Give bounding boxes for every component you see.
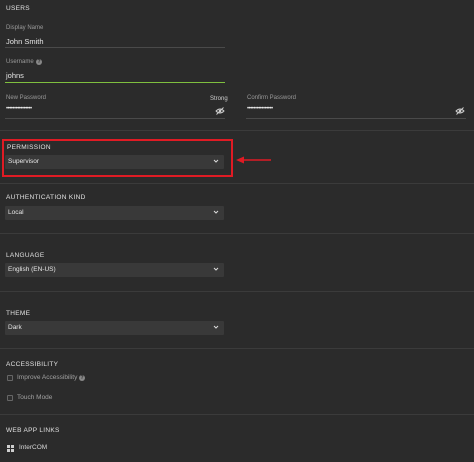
username-underline: [5, 82, 225, 83]
username-label: Username: [6, 59, 34, 65]
touch-mode-checkbox[interactable]: [7, 395, 13, 401]
arrow-left-icon: [236, 156, 271, 164]
users-section-title: USERS: [6, 5, 30, 12]
confirm-password-label: Confirm Password: [247, 95, 297, 101]
new-password-label: New Password: [6, 95, 47, 101]
section-divider: [0, 291, 474, 292]
intercom-link[interactable]: InterCOM: [19, 444, 47, 451]
section-divider: [0, 130, 474, 131]
improve-accessibility-label[interactable]: Improve Accessibility: [17, 374, 77, 381]
theme-select-value: Dark: [8, 324, 22, 331]
chevron-down-icon: [213, 325, 219, 329]
username-help-icon[interactable]: ?: [36, 59, 42, 65]
web-app-links-section-title: WEB APP LINKS: [6, 427, 60, 434]
confirm-password-underline: [246, 118, 466, 119]
display-name-input[interactable]: John Smith: [6, 37, 44, 46]
improve-accessibility-help-icon[interactable]: ?: [79, 375, 85, 381]
auth-kind-section-title: AUTHENTICATION KIND: [6, 194, 86, 201]
section-divider: [0, 348, 474, 349]
chevron-down-icon: [213, 210, 219, 214]
accessibility-section-title: ACCESSIBILITY: [6, 361, 59, 368]
grid-icon: [7, 445, 14, 452]
display-name-underline: [5, 47, 225, 48]
touch-mode-label[interactable]: Touch Mode: [17, 394, 52, 401]
chevron-down-icon: [213, 159, 219, 163]
eye-off-icon[interactable]: [215, 107, 225, 115]
section-divider: [0, 183, 474, 184]
new-password-input[interactable]: ••••••••••••••••: [6, 106, 32, 112]
eye-off-icon-confirm[interactable]: [455, 107, 465, 115]
language-select-value: English (EN-US): [8, 266, 56, 273]
permission-select[interactable]: Supervisor: [5, 155, 224, 169]
theme-section-title: THEME: [6, 310, 31, 317]
permission-select-value: Supervisor: [8, 158, 40, 165]
new-password-underline: [5, 118, 225, 119]
language-section-title: LANGUAGE: [6, 252, 45, 259]
username-input[interactable]: johns: [6, 71, 24, 80]
section-divider: [0, 414, 474, 415]
theme-select[interactable]: Dark: [5, 321, 224, 335]
confirm-password-input[interactable]: ••••••••••••••••: [247, 106, 273, 112]
chevron-down-icon: [213, 267, 219, 271]
language-select[interactable]: English (EN-US): [5, 263, 224, 277]
password-strength: Strong: [210, 96, 228, 102]
display-name-label: Display Name: [6, 25, 44, 31]
auth-kind-select-value: Local: [8, 209, 24, 216]
section-divider: [0, 233, 474, 234]
auth-kind-select[interactable]: Local: [5, 206, 224, 220]
permission-section-title: PERMISSION: [7, 144, 51, 151]
improve-accessibility-checkbox[interactable]: [7, 375, 13, 381]
